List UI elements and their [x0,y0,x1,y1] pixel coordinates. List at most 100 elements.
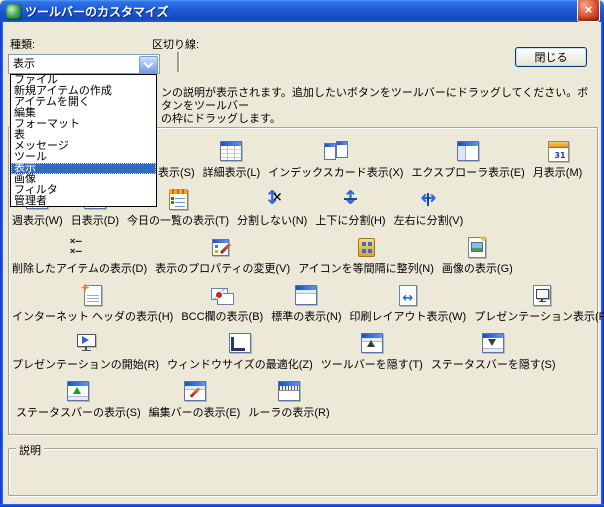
toolbar-button-split-vertical[interactable]: 左右に分割(V) [394,186,464,227]
titlebar: ツールバーのカスタマイズ × [0,0,604,22]
index-card-view-icon [323,138,349,164]
explorer-view-icon [455,138,481,164]
today-list-view-icon [165,186,191,212]
button-row-4: インターネット ヘッダの表示(H) BCC欄の表示(B) 標準の表示(N) 印刷レイア… [12,282,604,323]
toolbar-button-label: ルーラの表示(R) [248,408,329,419]
toolbar-button-label: インデックスカード表示(X) [268,168,403,179]
show-images-icon [464,234,490,260]
button-row-1: 表示(S) 詳細表示(L) インデックスカード表示(X) エクスプローラ表示(E) 月表… [158,138,582,179]
show-bcc-field-icon [209,282,235,308]
app-icon [6,4,21,19]
instruction-line-2: の枠にドラッグします。 [161,113,595,126]
separator-label: 区切り線: [152,36,199,52]
toolbar-button-align-icons[interactable]: アイコンを等間隔に整列(N) [298,234,434,275]
normal-view-icon [293,282,319,308]
toolbar-button-show-deleted-items[interactable]: 削除したアイテムの表示(D) [12,234,147,275]
toolbar-button-label: 表示のプロパティの変更(V) [155,264,290,275]
window-border-left [0,22,3,507]
toolbar-button-index-card-view[interactable]: インデックスカード表示(X) [268,138,403,179]
toolbar-button-label: 左右に分割(V) [394,216,464,227]
instruction-text: ンの説明が表示されます。追加したいボタンをツールバーにドラッグしてください。ボタ… [161,87,595,126]
toolbar-button-print-layout-view[interactable]: 印刷レイアウト表示(W) [350,282,467,323]
toolbar-button-hide-toolbar[interactable]: ツールバーを隠す(T) [321,330,423,371]
toolbar-button-split-horizontal[interactable]: 上下に分割(H) [315,186,385,227]
toolbar-button-label: インターネット ヘッダの表示(H) [12,312,173,323]
toolbar-button-start-presentation[interactable]: プレゼンテーションの開始(R) [12,330,159,371]
category-combobox[interactable]: 表示 [8,54,160,74]
separator-sample[interactable] [177,52,179,72]
close-icon[interactable]: × [577,0,600,22]
print-layout-view-icon [395,282,421,308]
toolbar-button-label: 印刷レイアウト表示(W) [350,312,467,323]
hide-statusbar-icon [480,330,506,356]
toolbar-button-label: 分割しない(N) [237,216,307,227]
toolbar-button-change-view-properties[interactable]: 表示のプロパティの変更(V) [155,234,290,275]
toolbar-button-label: ウィンドウサイズの最適化(Z) [167,360,313,371]
toolbar-button-explorer-view[interactable]: エクスプローラ表示(E) [411,138,524,179]
customize-toolbar-dialog: ツールバーのカスタマイズ × 種類: 区切り線: 閉じる 表示 ンの説明が表示さ… [0,0,604,507]
close-dialog-button[interactable]: 閉じる [515,47,587,67]
button-row-5: プレゼンテーションの開始(R) ウィンドウサイズの最適化(Z) ツールバーを隠す(T… [12,330,556,371]
show-edit-bar-icon [182,378,208,404]
presentation-view-icon [529,282,555,308]
start-presentation-icon [73,330,99,356]
toolbar-button-label: 標準の表示(N) [271,312,341,323]
toolbar-button-label: 編集バーの表示(E) [149,408,241,419]
show-internet-header-icon [80,282,106,308]
toolbar-button-label: 上下に分割(H) [315,216,385,227]
show-ruler-icon [276,378,302,404]
month-view-icon [545,138,571,164]
toolbar-button-presentation-view[interactable]: プレゼンテーション表示(P) [474,282,604,323]
toolbar-button-label: 週表示(W) [12,216,63,227]
chevron-down-icon[interactable] [139,56,158,74]
toolbar-button-label: 今日の一覧の表示(T) [127,216,229,227]
toolbar-button-label: 画像の表示(G) [442,264,513,275]
toolbar-button-label: 表示(S) [158,168,195,179]
show-statusbar-icon [65,378,91,404]
toolbar-button-label: 削除したアイテムの表示(D) [12,264,147,275]
toolbar-button-list-view[interactable]: 表示(S) [158,138,195,179]
instruction-line-1: ンの説明が表示されます。追加したいボタンをツールバーにドラッグしてください。ボタ… [161,87,595,113]
toolbar-button-label: ステータスバーを隠す(S) [431,360,556,371]
toolbar-button-normal-view[interactable]: 標準の表示(N) [271,282,341,323]
description-group-label: 説明 [16,442,44,458]
toolbar-button-label: アイコンを等間隔に整列(N) [298,264,434,275]
show-deleted-items-icon [67,234,93,260]
optimize-window-size-icon [227,330,253,356]
toolbar-button-detail-view[interactable]: 詳細表示(L) [203,138,260,179]
toolbar-button-label: 日表示(D) [71,216,119,227]
toolbar-button-show-ruler[interactable]: ルーラの表示(R) [248,378,329,419]
button-row-6: ステータスバーの表示(S) 編集バーの表示(E) ルーラの表示(R) [16,378,330,419]
split-vertical-icon [415,186,441,212]
toolbar-button-show-internet-header[interactable]: インターネット ヘッダの表示(H) [12,282,173,323]
window-title: ツールバーのカスタマイズ [25,3,577,20]
toolbar-button-label: ステータスバーの表示(S) [16,408,141,419]
toolbar-button-label: ツールバーを隠す(T) [321,360,423,371]
description-box [8,448,598,496]
split-horizontal-icon [337,186,363,212]
toolbar-button-month-view[interactable]: 月表示(M) [533,138,583,179]
toolbar-button-label: プレゼンテーション表示(P) [474,312,604,323]
toolbar-button-label: エクスプローラ表示(E) [411,168,524,179]
category-combobox-value[interactable]: 表示 [9,55,138,73]
toolbar-button-show-statusbar[interactable]: ステータスバーの表示(S) [16,378,141,419]
toolbar-button-label: BCC欄の表示(B) [181,312,263,323]
align-icons-icon [353,234,379,260]
category-dropdown[interactable]: ファイル新規アイテムの作成アイテムを開く編集フォーマット表メッセージツール表示画… [10,74,157,207]
toolbar-button-hide-statusbar[interactable]: ステータスバーを隠す(S) [431,330,556,371]
hide-toolbar-icon [359,330,385,356]
button-row-3: 削除したアイテムの表示(D) 表示のプロパティの変更(V) アイコンを等間隔に整列(… [12,234,513,275]
category-label: 種類: [10,36,35,52]
toolbar-button-optimize-window-size[interactable]: ウィンドウサイズの最適化(Z) [167,330,313,371]
toolbar-button-label: 詳細表示(L) [203,168,260,179]
toolbar-button-show-bcc-field[interactable]: BCC欄の表示(B) [181,282,263,323]
toolbar-button-label: 月表示(M) [533,168,583,179]
toolbar-button-no-split[interactable]: 分割しない(N) [237,186,307,227]
category-option[interactable]: 管理者 [11,196,156,207]
toolbar-button-show-images[interactable]: 画像の表示(G) [442,234,513,275]
no-split-icon [259,186,285,212]
toolbar-button-show-edit-bar[interactable]: 編集バーの表示(E) [149,378,241,419]
toolbar-button-label: プレゼンテーションの開始(R) [12,360,159,371]
change-view-properties-icon [210,234,236,260]
category-option[interactable]: フォーマット [11,119,156,130]
